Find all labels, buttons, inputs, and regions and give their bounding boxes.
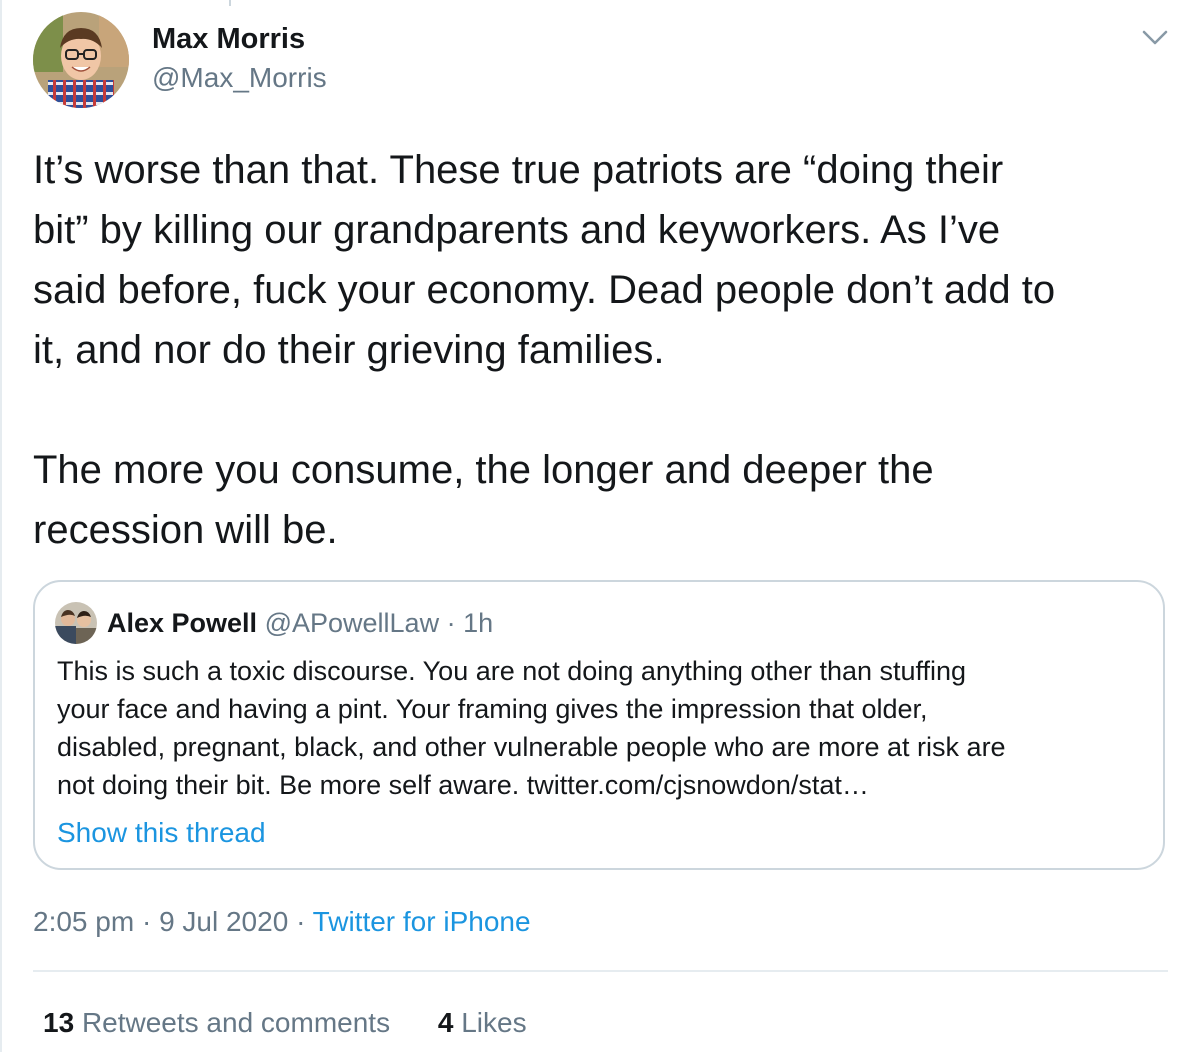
chevron-down-icon[interactable]	[1138, 24, 1172, 50]
page-edge	[0, 0, 2, 1052]
quoted-text-line: disabled, pregnant, black, and other vul…	[57, 732, 1006, 762]
thread-connector-line	[229, 0, 231, 6]
author-avatar[interactable]	[33, 12, 129, 108]
quoted-text-line: not doing their bit. Be more self aware.…	[57, 770, 869, 800]
divider	[33, 970, 1168, 972]
tweet-text-line: recession will be.	[33, 508, 338, 552]
avatar-image	[55, 602, 97, 644]
meta-separator: ·	[296, 906, 306, 937]
retweets-label: Retweets and comments	[81, 1007, 391, 1038]
tweet-stats: 13 Retweets and comments 4 Likes	[43, 1004, 527, 1042]
likes-label: Likes	[461, 1007, 527, 1038]
tweet-text-line: said before, fuck your economy. Dead peo…	[33, 268, 1056, 312]
quoted-header: Alex Powell @APowellLaw · 1h	[107, 604, 493, 642]
quoted-text: This is such a toxic discourse. You are …	[57, 652, 1152, 804]
author-handle[interactable]: @Max_Morris	[152, 61, 327, 95]
retweets-count: 13	[43, 1007, 75, 1038]
meta-separator: ·	[141, 906, 152, 937]
tweet-time[interactable]: 2:05 pm	[33, 906, 134, 937]
quoted-tweet-card[interactable]: Alex Powell @APowellLaw · 1h This is suc…	[33, 580, 1165, 870]
quoted-text-line: This is such a toxic discourse. You are …	[57, 656, 967, 686]
tweet-text-line: bit” by killing our grandparents and key…	[33, 208, 1001, 252]
tweet-text-line: It’s worse than that. These true patriot…	[33, 148, 1004, 192]
quoted-display-name: Alex Powell	[107, 608, 258, 638]
quoted-handle: @APowellLaw	[264, 608, 440, 638]
quoted-text-line: your face and having a pint. Your framin…	[57, 694, 928, 724]
likes-count: 4	[437, 1007, 454, 1038]
tweet-date[interactable]: 9 Jul 2020	[159, 906, 288, 937]
likes-stat[interactable]: 4 Likes	[438, 1004, 527, 1042]
retweets-stat[interactable]: 13 Retweets and comments	[43, 1004, 390, 1042]
author-display-name[interactable]: Max Morris	[152, 22, 305, 56]
quoted-separator: ·	[446, 608, 456, 638]
tweet-text-line: it, and nor do their grieving families.	[33, 328, 665, 372]
quoted-author-avatar	[55, 602, 97, 644]
tweet-text: It’s worse than that. These true patriot…	[33, 140, 1178, 560]
avatar-image	[33, 12, 129, 108]
quoted-time: 1h	[463, 608, 494, 638]
show-thread-link[interactable]: Show this thread	[57, 814, 266, 852]
tweet-meta: 2:05 pm · 9 Jul 2020 · Twitter for iPhon…	[33, 903, 531, 941]
tweet-source-link[interactable]: Twitter for iPhone	[313, 906, 531, 937]
tweet-text-line: The more you consume, the longer and dee…	[33, 448, 934, 492]
